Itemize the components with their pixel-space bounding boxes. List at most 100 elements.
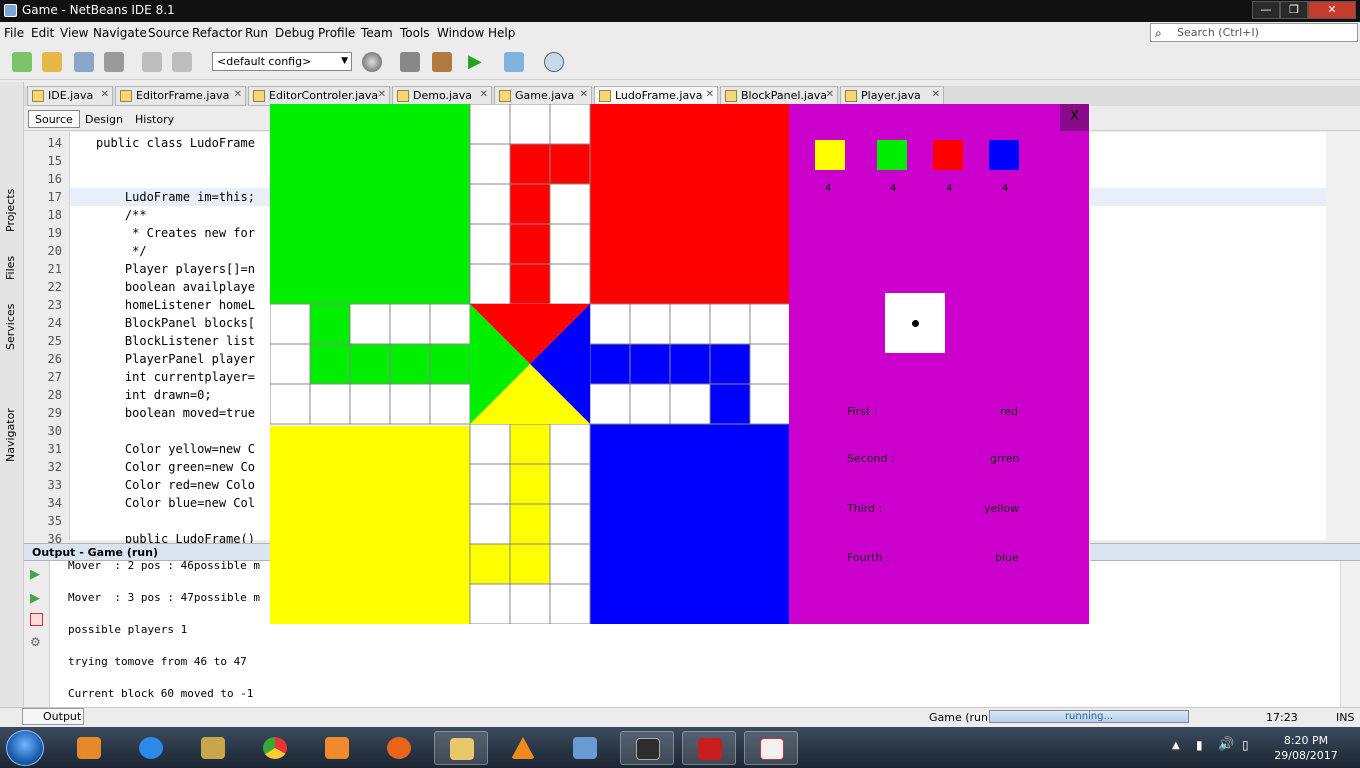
system-clock[interactable]: 8:20 PM 29/08/2017	[1266, 733, 1346, 763]
output-line: Mover : 3 pos : 47possible m	[68, 591, 261, 604]
services-tab[interactable]: Services	[4, 304, 17, 350]
bottom-track	[469, 423, 591, 624]
network-icon[interactable]: ▮	[1196, 738, 1203, 752]
projects-tab[interactable]: Projects	[4, 189, 17, 232]
menu-source[interactable]: Source	[148, 26, 189, 40]
target-icon[interactable]	[362, 52, 382, 72]
design-view-button[interactable]: Design	[78, 110, 130, 128]
tab-game-java[interactable]: Game.java ✕	[494, 86, 592, 106]
tab-ide-java[interactable]: IDE.java ✕	[27, 86, 113, 106]
menu-file[interactable]: File	[4, 26, 24, 40]
output-window-tab[interactable]: Output	[22, 708, 84, 725]
source-view-button[interactable]: Source	[28, 110, 80, 128]
power-icon[interactable]: ▯	[1242, 738, 1249, 752]
tab-editorcontroler-java[interactable]: EditorControler.java ✕	[248, 86, 390, 106]
show-hidden-icons-icon[interactable]: ▲	[1172, 740, 1180, 751]
menu-refactor[interactable]: Refactor	[192, 26, 242, 40]
rank-third-value: yellow	[984, 502, 1020, 515]
rank-fourth-value: blue	[995, 551, 1019, 564]
menu-tools[interactable]: Tools	[400, 26, 430, 40]
line-number: 29	[47, 406, 62, 420]
line-number: 23	[47, 298, 62, 312]
output-line: Current block 60 moved to -1	[68, 687, 254, 700]
open-project-icon[interactable]	[74, 52, 94, 72]
taskbar-virtualbox[interactable]	[558, 731, 612, 765]
menu-profile[interactable]: Profile	[318, 26, 355, 40]
line-number: 21	[47, 262, 62, 276]
taskbar-uc-browser[interactable]	[310, 731, 364, 765]
maximize-button[interactable]: ❐	[1280, 1, 1308, 19]
rerun-with-options-icon[interactable]: ▶	[30, 591, 40, 606]
settings-icon[interactable]: ⚙	[30, 635, 41, 649]
taskbar-explorer[interactable]	[434, 731, 488, 765]
save-all-icon[interactable]	[104, 52, 124, 72]
taskbar-pdf-reader[interactable]	[682, 731, 736, 765]
clean-build-icon[interactable]	[432, 52, 452, 72]
java-file-icon	[253, 90, 265, 102]
navigator-tab[interactable]: Navigator	[4, 408, 17, 462]
taskbar-chrome[interactable]	[248, 731, 302, 765]
start-button[interactable]	[6, 730, 44, 766]
rank-second-label: Second :	[847, 452, 895, 465]
taskbar-command-prompt[interactable]	[620, 731, 674, 765]
output-scrollbar[interactable]	[1340, 561, 1360, 707]
history-view-button[interactable]: History	[128, 110, 181, 128]
editor-scrollbar[interactable]	[1326, 132, 1360, 540]
menu-view[interactable]: View	[60, 26, 88, 40]
media-player-icon	[77, 737, 101, 759]
menu-help[interactable]: Help	[488, 26, 515, 40]
close-tab-icon[interactable]: ✕	[580, 89, 588, 100]
stop-icon[interactable]	[30, 613, 43, 626]
line-number: 28	[47, 388, 62, 402]
files-tab[interactable]: Files	[4, 256, 17, 280]
redo-icon[interactable]	[172, 52, 192, 72]
close-tab-icon[interactable]: ✕	[234, 89, 242, 100]
taskbar-firefox[interactable]	[372, 731, 426, 765]
java-file-icon	[397, 90, 409, 102]
taskbar-internet-explorer[interactable]	[124, 731, 178, 765]
close-tab-icon[interactable]: ✕	[480, 89, 488, 100]
java-icon	[760, 738, 784, 760]
search-input[interactable]: Search (Ctrl+I)	[1177, 26, 1259, 39]
rerun-icon[interactable]: ▶	[30, 567, 40, 582]
close-tab-icon[interactable]: ✕	[706, 89, 714, 100]
new-project-icon[interactable]	[42, 52, 62, 72]
menu-debug[interactable]: Debug	[275, 26, 314, 40]
close-tab-icon[interactable]: ✕	[932, 89, 940, 100]
profile-icon[interactable]	[544, 52, 564, 72]
menu-window[interactable]: Window	[437, 26, 484, 40]
ludo-close-button[interactable]: X	[1060, 104, 1089, 131]
taskbar-word[interactable]	[186, 731, 240, 765]
rank-fourth-label: Fourth :	[847, 551, 890, 564]
close-tab-icon[interactable]: ✕	[826, 89, 834, 100]
run-icon[interactable]: ▶	[468, 52, 488, 72]
taskbar-java[interactable]	[744, 731, 798, 765]
tab-demo-java[interactable]: Demo.java ✕	[392, 86, 492, 106]
config-select[interactable]: <default config> ▼	[212, 52, 352, 71]
tab-editorframe-java[interactable]: EditorFrame.java ✕	[115, 86, 246, 106]
java-file-icon	[845, 90, 857, 102]
close-tab-icon[interactable]: ✕	[378, 89, 386, 100]
taskbar-media-player[interactable]	[62, 731, 116, 765]
menu-team[interactable]: Team	[361, 26, 393, 40]
tab-blockpanel-java[interactable]: BlockPanel.java ✕	[720, 86, 838, 106]
tab-ludoframe-java[interactable]: LudoFrame.java ✕	[594, 86, 718, 106]
search-box[interactable]: ⌕ Search (Ctrl+I)	[1150, 23, 1358, 42]
build-hammer-icon[interactable]	[400, 52, 420, 72]
menu-run[interactable]: Run	[245, 26, 268, 40]
debug-icon[interactable]	[504, 52, 524, 72]
close-window-button[interactable]: ✕	[1308, 1, 1356, 19]
undo-icon[interactable]	[142, 52, 162, 72]
menu-edit[interactable]: Edit	[31, 26, 54, 40]
line-number: 26	[47, 352, 62, 366]
code-line: Color red=new Colo	[96, 478, 255, 492]
new-file-icon[interactable]	[12, 52, 32, 72]
menu-navigate[interactable]: Navigate	[93, 26, 147, 40]
close-tab-icon[interactable]: ✕	[101, 89, 109, 100]
taskbar-vlc[interactable]	[496, 731, 550, 765]
code-line: /**	[96, 208, 147, 222]
code-line: Color blue=new Col	[96, 496, 255, 510]
volume-icon[interactable]: 🔊	[1218, 737, 1234, 752]
tab-player-java[interactable]: Player.java ✕	[840, 86, 944, 106]
minimize-button[interactable]: —	[1252, 1, 1280, 19]
